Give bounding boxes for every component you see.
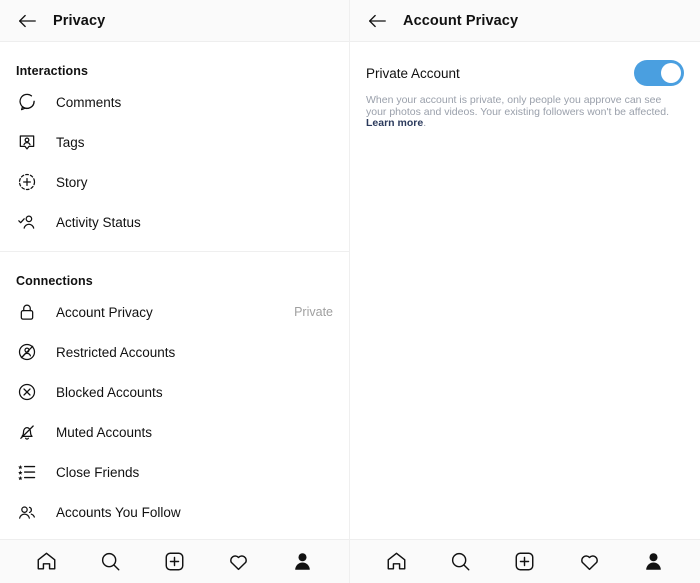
list-item-label: Close Friends [56,464,140,480]
right-panel-header: Account Privacy [350,0,700,42]
page-title: Privacy [53,12,106,29]
close-friends-star-list-icon [16,461,38,483]
list-item-restricted-accounts[interactable]: Restricted Accounts [0,332,349,372]
list-item-label: Restricted Accounts [56,344,176,360]
arrow-left-icon [366,10,388,32]
search-icon [449,550,472,573]
home-icon [35,550,58,573]
heart-icon [578,550,601,573]
people-group-icon [16,501,38,523]
list-item-comments[interactable]: Comments [0,82,349,122]
tag-person-icon [16,131,38,153]
nav-create-button[interactable] [159,547,189,577]
list-item-label: Blocked Accounts [56,384,163,400]
list-item-account-privacy[interactable]: Account Privacy Private [0,292,349,332]
profile-person-icon [642,550,665,573]
back-button[interactable] [13,7,41,35]
list-item-label: Muted Accounts [56,424,153,440]
description-suffix: . [423,117,427,129]
list-item-close-friends[interactable]: Close Friends [0,452,349,492]
page-title: Account Privacy [403,12,519,29]
story-plus-circle-icon [16,171,38,193]
list-item-blocked-accounts[interactable]: Blocked Accounts [0,372,349,412]
bottom-navigation-bar-left [0,539,349,583]
right-panel-account-privacy: Account Privacy Private Account When you… [350,0,700,583]
search-icon [99,550,122,573]
activity-status-person-check-icon [16,211,38,233]
private-account-description: When your account is private, only peopl… [350,86,690,130]
right-panel-body: Private Account When your account is pri… [350,42,700,539]
list-item-activity-status[interactable]: Activity Status [0,202,349,242]
list-item-label: Comments [56,94,122,110]
left-panel-body: Interactions Comments Tags Story Activit… [0,42,349,539]
list-item-story[interactable]: Story [0,162,349,202]
status-badge-private: Private [294,305,333,319]
nav-activity-button[interactable] [574,547,604,577]
toggle-knob [661,63,681,83]
description-text: When your account is private, only peopl… [366,94,670,118]
learn-more-link[interactable]: Learn more [366,117,423,129]
comment-bubble-icon [16,91,38,113]
nav-home-button[interactable] [31,547,61,577]
profile-person-icon [291,550,314,573]
restricted-person-slash-icon [16,341,38,363]
nav-profile-button[interactable] [288,547,318,577]
nav-home-button[interactable] [381,547,411,577]
nav-create-button[interactable] [510,547,540,577]
privacy-settings-screen: Privacy Interactions Comments Tags Story… [0,0,700,583]
add-post-icon [513,550,536,573]
section-header-connections: Connections [16,274,93,288]
nav-search-button[interactable] [446,547,476,577]
heart-icon [227,550,250,573]
private-account-toggle[interactable] [634,60,684,86]
muted-bell-slash-icon [16,421,38,443]
list-item-label: Tags [56,134,85,150]
home-icon [385,550,408,573]
list-item-label: Accounts You Follow [56,504,181,520]
list-item-accounts-you-follow[interactable]: Accounts You Follow [0,492,349,532]
left-panel-header: Privacy [0,0,349,42]
list-item-label: Story [56,174,88,190]
bottom-navigation-bar-right [350,539,700,583]
private-account-row: Private Account [350,42,700,86]
list-item-label: Account Privacy [56,304,153,320]
list-item-tags[interactable]: Tags [0,122,349,162]
section-header-interactions: Interactions [16,64,89,78]
add-post-icon [163,550,186,573]
list-item-muted-accounts[interactable]: Muted Accounts [0,412,349,452]
list-item-label: Activity Status [56,214,141,230]
back-button[interactable] [363,7,391,35]
nav-profile-button[interactable] [639,547,669,577]
nav-search-button[interactable] [95,547,125,577]
blocked-x-circle-icon [16,381,38,403]
arrow-left-icon [16,10,38,32]
left-panel-privacy: Privacy Interactions Comments Tags Story… [0,0,350,583]
lock-icon [16,301,38,323]
nav-activity-button[interactable] [224,547,254,577]
private-account-label: Private Account [366,65,460,81]
